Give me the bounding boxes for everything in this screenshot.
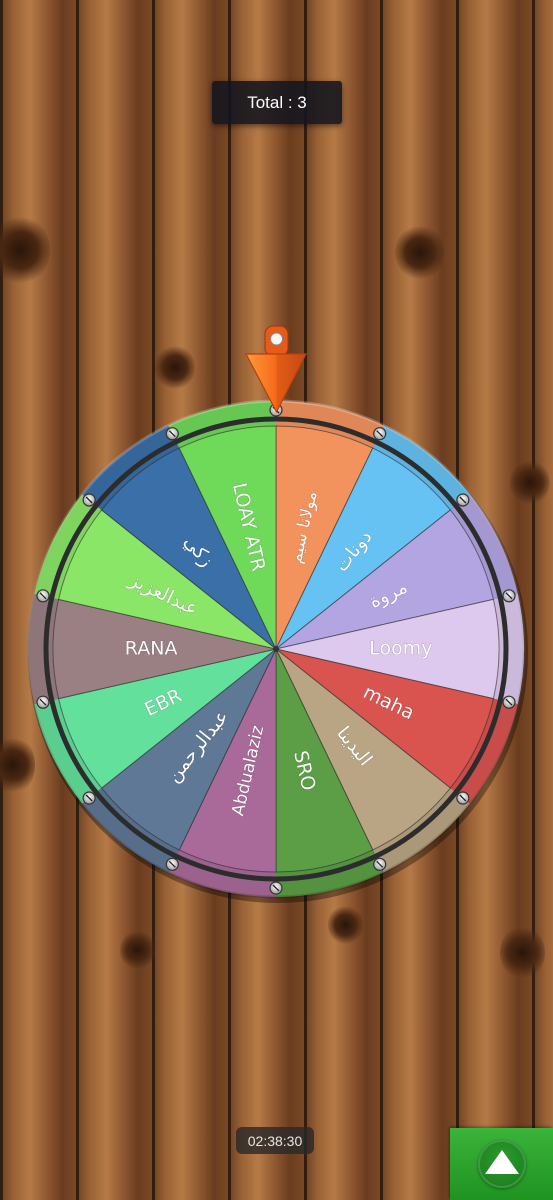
wheel-pointer-icon — [245, 325, 307, 414]
spin-button[interactable] — [450, 1128, 553, 1200]
timer-text: 02:38:30 — [247, 1132, 303, 1149]
timer-display: 02:38:30 — [236, 1127, 314, 1154]
triangle-up-icon — [484, 1150, 519, 1174]
spin-wheel[interactable]: مولانا سيم دوناتمروةLoomymahaاليديناSROAb… — [0, 0, 553, 1200]
spin-button-circle — [477, 1140, 526, 1188]
wheel-segment-label: Loomy — [369, 638, 432, 660]
wheel-container: مولانا سيم دونات مروة Loomy maha اليدينا SRO Ab… — [0, 0, 553, 1200]
wheel-hub — [273, 646, 279, 652]
wheel-segment-label: RANA — [125, 638, 178, 660]
